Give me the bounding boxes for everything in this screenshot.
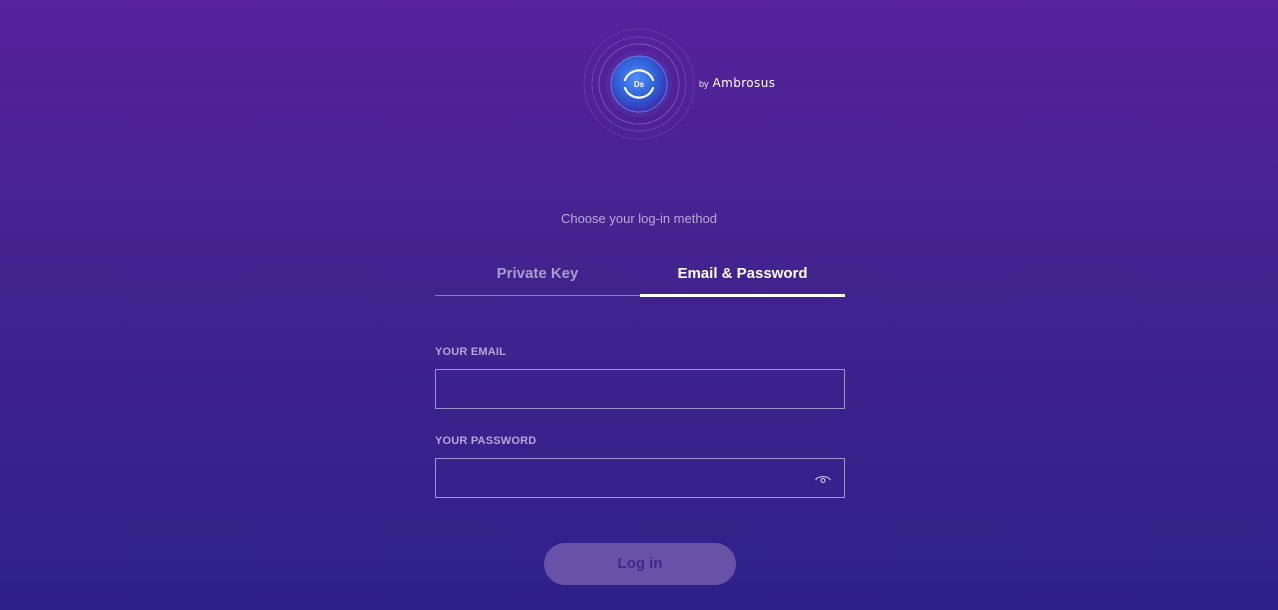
logo-text: Ds — [634, 80, 645, 89]
login-button[interactable]: Log in — [544, 543, 736, 585]
email-label: YOUR EMAIL — [435, 346, 507, 358]
eye-icon[interactable] — [814, 472, 832, 486]
app-logo: Ds — [583, 28, 695, 140]
tab-private-key[interactable]: Private Key — [435, 255, 640, 296]
password-label: YOUR PASSWORD — [435, 435, 537, 447]
login-method-tabs: Private Key Email & Password — [435, 255, 845, 297]
email-field-wrapper — [435, 369, 845, 409]
login-method-prompt: Choose your log-in method — [560, 211, 718, 226]
brand-byline: by Ambrosus — [699, 76, 775, 94]
tab-email-password[interactable]: Email & Password — [640, 255, 845, 297]
brand-name: Ambrosus — [712, 76, 776, 90]
password-field-wrapper — [435, 458, 845, 498]
logo-emblem-icon: Ds — [583, 28, 695, 140]
by-label: by — [699, 79, 709, 89]
email-field[interactable] — [436, 370, 844, 408]
password-field[interactable] — [436, 459, 844, 497]
